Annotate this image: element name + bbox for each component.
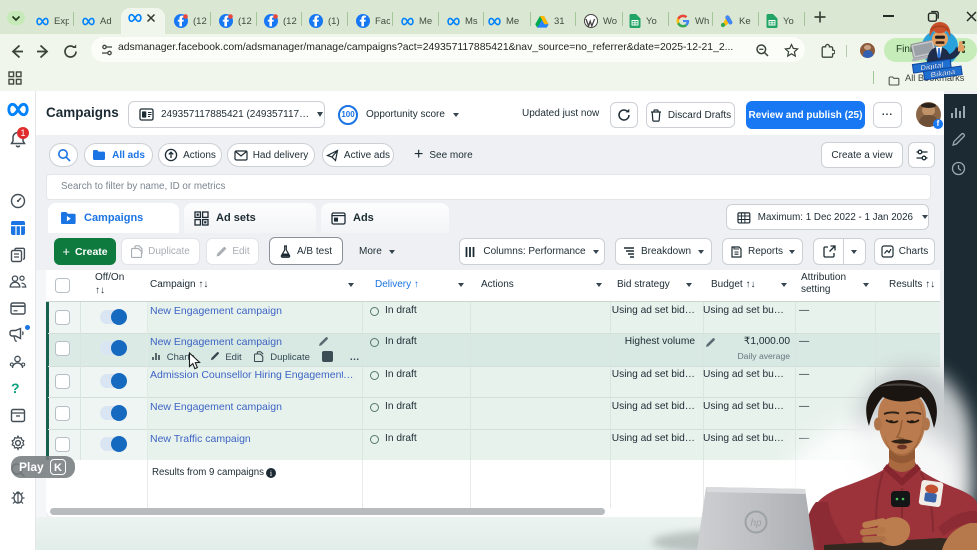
svg-text:hp: hp: [750, 518, 762, 529]
